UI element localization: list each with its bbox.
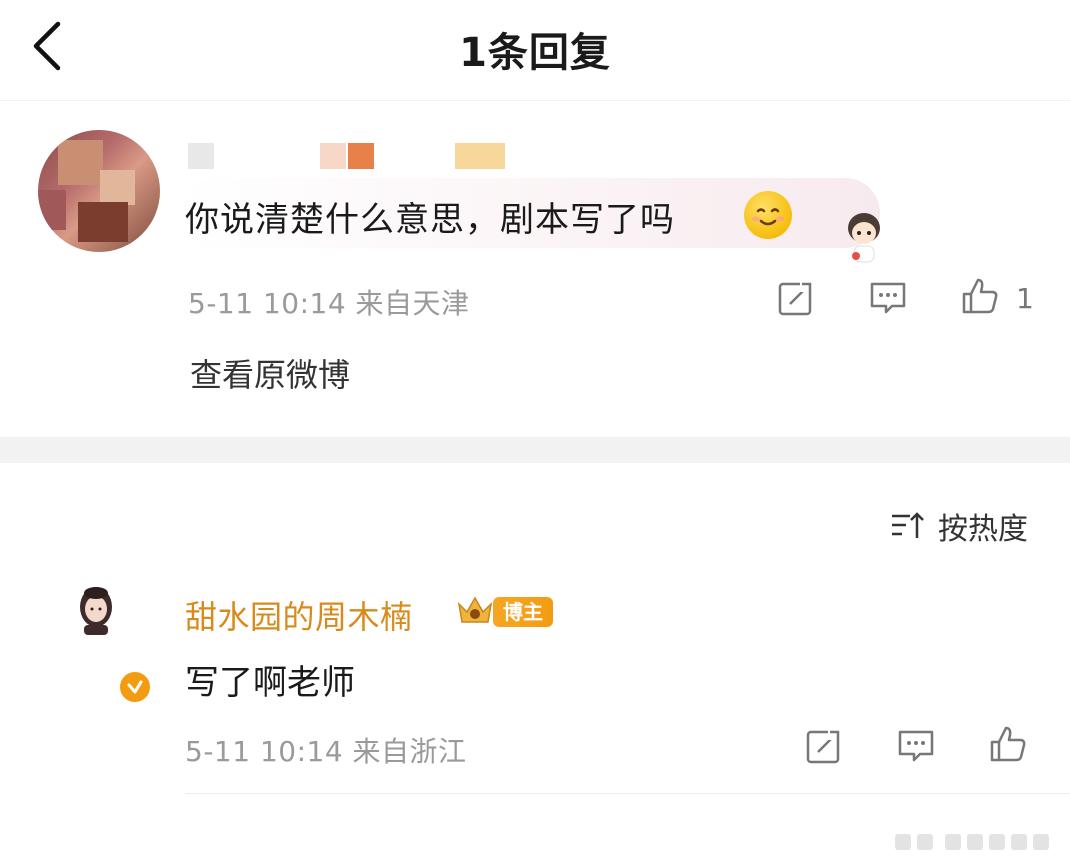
reply-username[interactable]: 甜水园的周木楠 (185, 592, 413, 638)
avatar-blur (100, 170, 135, 205)
username-blur (320, 143, 346, 169)
reply-meta: 5-11 10:14 来自浙江 (185, 735, 467, 768)
blogger-badge: 博主 (493, 597, 553, 627)
crown-icon (455, 594, 495, 630)
like-icon[interactable] (988, 724, 1028, 764)
comment-icon[interactable] (896, 726, 936, 766)
smile-emoji-icon (744, 191, 792, 239)
verified-icon (118, 670, 152, 704)
reply-text: 写了啊老师 (185, 663, 355, 703)
page-title: 1条回复 (459, 30, 611, 76)
avatar[interactable] (38, 130, 160, 252)
comment-meta: 5-11 10:14 来自天津 (188, 287, 470, 320)
username-blur (188, 143, 214, 169)
view-original-link[interactable]: 查看原微博 (190, 350, 350, 396)
avatar-blur (58, 140, 103, 185)
comment-icon[interactable] (868, 278, 908, 318)
header-divider (0, 100, 1070, 101)
section-divider (0, 437, 1070, 463)
sort-label: 按热度 (938, 512, 1028, 547)
avatar-blur (78, 202, 128, 242)
list-divider (185, 793, 1070, 794)
comment-text: 你说清楚什么意思，剧本写了吗 (185, 200, 675, 240)
top-bar: 1条回复 (0, 0, 1070, 100)
sort-icon (892, 512, 924, 538)
username-blur (455, 143, 505, 169)
repost-icon[interactable] (804, 726, 844, 766)
like-count: 1 (1016, 282, 1034, 315)
username-blur (348, 143, 374, 169)
avatar-blur (38, 190, 66, 230)
avatar[interactable] (78, 585, 114, 635)
cartoon-sticker-icon (838, 208, 890, 268)
reply-detail-page: 1条回复 你说清楚什么意思，剧本写了吗 5-11 10:14 来自天津 1 查看… (0, 0, 1070, 867)
like-icon[interactable] (960, 276, 1000, 316)
repost-icon[interactable] (776, 278, 816, 318)
watermark-logo (895, 830, 1065, 854)
